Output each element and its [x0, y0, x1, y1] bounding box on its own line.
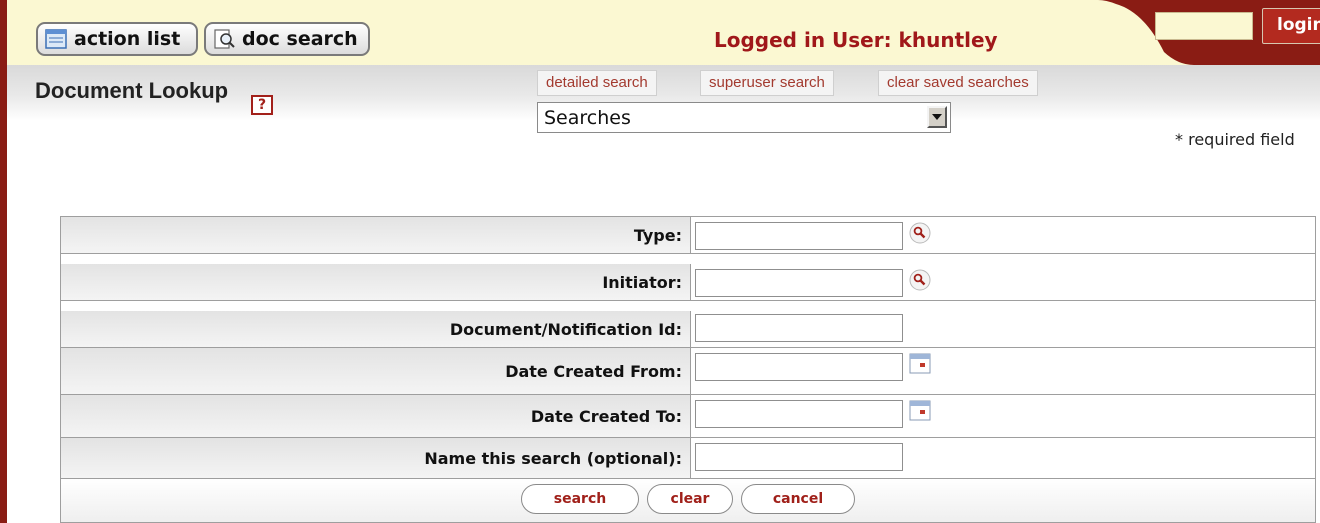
search-name-label: Name this search (optional):	[61, 438, 691, 478]
help-icon[interactable]: ?	[251, 95, 273, 115]
form-row-date-to: Date Created To:	[61, 395, 1315, 438]
action-list-icon	[45, 29, 67, 49]
date-created-from-input[interactable]	[695, 353, 903, 381]
form-row-date-from: Date Created From:	[61, 348, 1315, 395]
superuser-search-link[interactable]: superuser search	[700, 70, 834, 96]
search-name-input[interactable]	[695, 443, 903, 471]
clear-saved-searches-link[interactable]: clear saved searches	[878, 70, 1038, 96]
document-id-label: Document/Notification Id:	[61, 311, 691, 347]
form-row-initiator: Initiator:	[61, 264, 1315, 301]
type-label: Type:	[61, 217, 691, 253]
detailed-search-link[interactable]: detailed search	[537, 70, 657, 96]
logged-in-user: Logged in User: khuntley	[714, 28, 998, 52]
login-button[interactable]: login	[1262, 8, 1320, 44]
date-created-from-label: Date Created From:	[61, 348, 691, 394]
doc-search-label: doc search	[242, 28, 358, 50]
lookup-form: Type: Initiator: Document/Notification I…	[60, 216, 1316, 523]
form-row-type: Type:	[61, 217, 1315, 254]
saved-searches-select[interactable]: Searches	[537, 102, 951, 133]
page-title: Document Lookup	[35, 78, 229, 103]
doc-search-button[interactable]: doc search	[204, 22, 370, 56]
saved-searches-value: Searches	[544, 107, 631, 129]
form-row-search-name: Name this search (optional):	[61, 438, 1315, 479]
calendar-icon[interactable]	[909, 400, 931, 422]
initiator-input[interactable]	[695, 269, 903, 297]
search-button[interactable]: search	[521, 484, 639, 514]
action-list-label: action list	[74, 28, 181, 50]
date-created-to-label: Date Created To:	[61, 395, 691, 437]
lookup-icon[interactable]	[909, 269, 931, 291]
calendar-icon[interactable]	[909, 353, 931, 375]
lookup-icon[interactable]	[909, 222, 931, 244]
clear-button[interactable]: clear	[647, 484, 733, 514]
chevron-down-icon[interactable]	[927, 106, 947, 128]
document-id-input[interactable]	[695, 314, 903, 342]
initiator-label: Initiator:	[61, 264, 691, 300]
form-button-row: search clear cancel	[61, 479, 1315, 522]
action-list-button[interactable]: action list	[36, 22, 198, 56]
login-input[interactable]	[1155, 12, 1253, 40]
cancel-button[interactable]: cancel	[741, 484, 855, 514]
type-input[interactable]	[695, 222, 903, 250]
doc-search-icon	[213, 29, 235, 49]
left-border	[0, 0, 7, 523]
date-created-to-input[interactable]	[695, 400, 903, 428]
required-field-note: * required field	[1175, 130, 1295, 149]
form-row-document-id: Document/Notification Id:	[61, 311, 1315, 348]
